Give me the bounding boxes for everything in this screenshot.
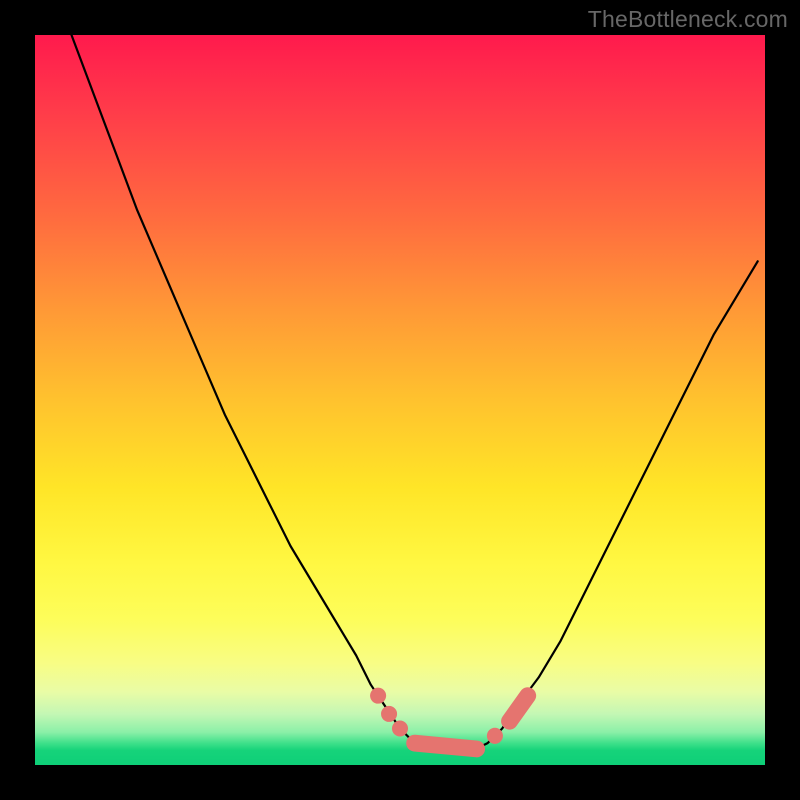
chart-svg bbox=[35, 35, 765, 765]
marker-dot bbox=[392, 720, 408, 736]
marker-pill bbox=[415, 743, 477, 749]
marker-dot bbox=[487, 728, 503, 744]
plot-area bbox=[35, 35, 765, 765]
watermark-text: TheBottleneck.com bbox=[588, 6, 788, 33]
marker-dot bbox=[381, 706, 397, 722]
chart-frame: TheBottleneck.com bbox=[0, 0, 800, 800]
marker-pill bbox=[510, 696, 528, 722]
marker-layer bbox=[370, 688, 528, 749]
bottleneck-curve bbox=[72, 35, 758, 750]
marker-dot bbox=[370, 688, 386, 704]
